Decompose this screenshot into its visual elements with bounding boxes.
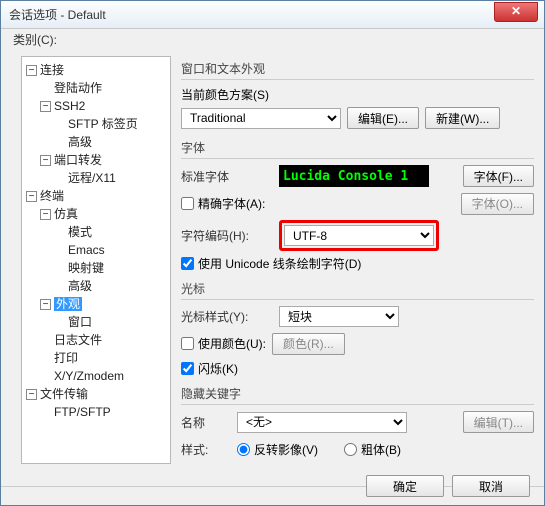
highlight-box: UTF-8 <box>279 220 439 251</box>
tree-mode[interactable]: 模式 <box>54 223 168 241</box>
font-button[interactable]: 字体(F)... <box>463 165 534 187</box>
cursor-group-label: 光标 <box>181 280 534 297</box>
collapse-icon[interactable]: − <box>26 65 37 76</box>
tree-file-transfer[interactable]: −文件传输 FTP/SFTP <box>26 385 168 421</box>
tree-port-forward[interactable]: −端口转发 远程/X11 <box>40 151 168 187</box>
keyword-name-select[interactable]: <无> <box>237 412 407 433</box>
cursor-style-label: 光标样式(Y): <box>181 308 273 325</box>
blink-checkbox[interactable]: 闪烁(K) <box>181 360 534 377</box>
tree-advanced-1[interactable]: 高级 <box>54 133 168 151</box>
standard-font-label: 标准字体 <box>181 168 273 185</box>
collapse-icon[interactable]: − <box>26 389 37 400</box>
tree-window[interactable]: 窗口 <box>54 313 168 331</box>
edit-scheme-button[interactable]: 编辑(E)... <box>347 107 419 129</box>
tree-emulation[interactable]: −仿真 模式 Emacs 映射键 高级 <box>40 205 168 295</box>
cursor-style-select[interactable]: 短块 <box>279 306 399 327</box>
cancel-button[interactable]: 取消 <box>452 475 530 497</box>
new-scheme-button[interactable]: 新建(W)... <box>425 107 500 129</box>
style-label: 样式: <box>181 441 231 458</box>
edit-keyword-button: 编辑(T)... <box>463 411 534 433</box>
tree-sftp-tabs[interactable]: SFTP 标签页 <box>54 115 168 133</box>
color-button: 颜色(R)... <box>272 333 345 355</box>
close-icon[interactable]: ✕ <box>494 2 538 22</box>
collapse-icon[interactable]: − <box>40 101 51 112</box>
tree-emacs[interactable]: Emacs <box>54 241 168 259</box>
font-preview: Lucida Console 1 <box>279 165 429 187</box>
color-scheme-select[interactable]: Traditional <box>181 108 341 129</box>
font-group-label: 字体 <box>181 139 534 156</box>
tree-remote-x11[interactable]: 远程/X11 <box>54 169 168 187</box>
collapse-icon[interactable]: − <box>40 155 51 166</box>
tree-login-action[interactable]: 登陆动作 <box>40 79 168 97</box>
tree-terminal[interactable]: −终端 −仿真 模式 Emacs 映射键 高级 −外观 窗口 <box>26 187 168 385</box>
category-tree[interactable]: −连接 登陆动作 −SSH2 SFTP 标签页 高级 −端口转发 远程/X11 <box>21 56 171 464</box>
tree-mapping-keys[interactable]: 映射键 <box>54 259 168 277</box>
dialog-footer: 确定 取消 <box>366 475 530 497</box>
unicode-lines-checkbox[interactable]: 使用 Unicode 线条绘制字符(D) <box>181 255 534 272</box>
use-color-checkbox[interactable]: 使用颜色(U): <box>181 335 266 352</box>
tree-connection[interactable]: −连接 登陆动作 −SSH2 SFTP 标签页 高级 −端口转发 远程/X11 <box>26 61 168 187</box>
collapse-icon[interactable]: − <box>26 191 37 202</box>
window-title: 会话选项 - Default <box>9 6 494 23</box>
tree-print[interactable]: 打印 <box>40 349 168 367</box>
panel-heading: 窗口和文本外观 <box>181 60 534 77</box>
style-bold-radio[interactable]: 粗体(B) <box>344 441 401 458</box>
tree-xyzmodem[interactable]: X/Y/Zmodem <box>40 367 168 385</box>
collapse-icon[interactable]: − <box>40 299 51 310</box>
charset-select[interactable]: UTF-8 <box>284 225 434 246</box>
keywords-group-label: 隐藏关键字 <box>181 385 534 402</box>
tree-ssh2[interactable]: −SSH2 SFTP 标签页 高级 <box>40 97 168 151</box>
settings-panel: 窗口和文本外观 当前颜色方案(S) Traditional 编辑(E)... 新… <box>171 56 534 480</box>
style-reverse-radio[interactable]: 反转影像(V) <box>237 441 318 458</box>
dialog-window: 会话选项 - Default ✕ 类别(C): −连接 登陆动作 −SSH2 S… <box>0 0 545 506</box>
titlebar: 会话选项 - Default ✕ <box>1 1 544 29</box>
collapse-icon[interactable]: − <box>40 209 51 220</box>
charset-label: 字符编码(H): <box>181 227 273 244</box>
scheme-label: 当前颜色方案(S) <box>181 86 534 103</box>
tree-appearance[interactable]: −外观 窗口 <box>40 295 168 331</box>
name-label: 名称 <box>181 414 231 431</box>
precise-font-checkbox[interactable]: 精确字体(A): <box>181 195 265 212</box>
tree-ftp-sftp[interactable]: FTP/SFTP <box>40 403 168 421</box>
tree-advanced-2[interactable]: 高级 <box>54 277 168 295</box>
ok-button[interactable]: 确定 <box>366 475 444 497</box>
tree-log-file[interactable]: 日志文件 <box>40 331 168 349</box>
category-label: 类别(C): <box>1 29 544 50</box>
font-o-button: 字体(O)... <box>461 193 534 215</box>
